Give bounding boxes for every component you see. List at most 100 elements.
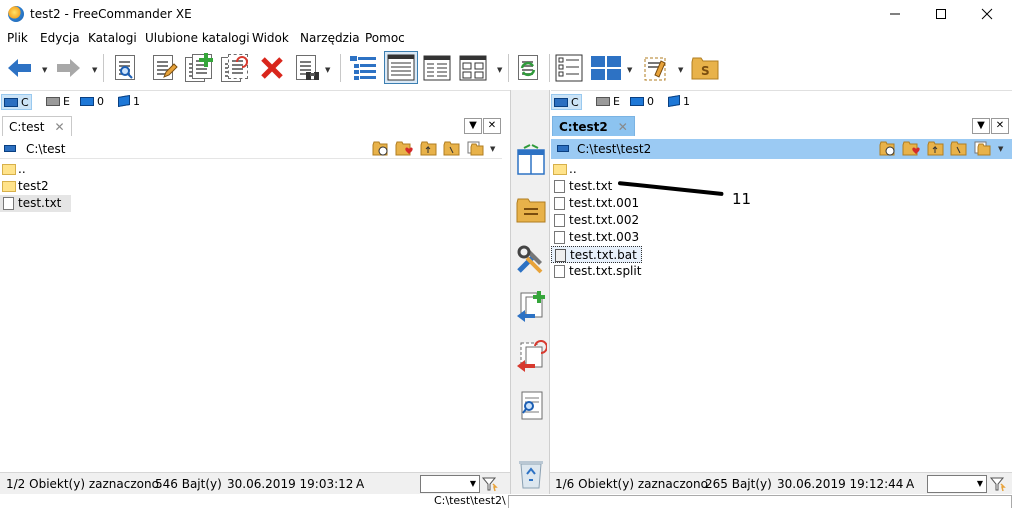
file-name: test.txt.003 bbox=[569, 230, 640, 244]
menu-katalogi[interactable]: Katalogi bbox=[88, 31, 137, 45]
root-folder-button[interactable] bbox=[950, 141, 968, 156]
list-item[interactable]: test.txt bbox=[551, 178, 612, 195]
history-button[interactable] bbox=[879, 141, 897, 156]
menu-pomoc[interactable]: Pomoc bbox=[365, 31, 405, 45]
right-file-list[interactable]: .. test.txt test.txt.001 test.txt.002 te… bbox=[551, 159, 1012, 472]
list-item[interactable]: test2 bbox=[0, 178, 49, 195]
layout-dropdown-icon[interactable]: ▼ bbox=[627, 66, 632, 74]
right-tab[interactable]: C:test2 ✕ bbox=[552, 116, 635, 136]
thumbnails-view-button[interactable] bbox=[458, 53, 488, 83]
left-drive-e[interactable]: E bbox=[44, 94, 72, 110]
left-file-list[interactable]: .. test2 test.txt bbox=[0, 159, 502, 472]
drive-label: E bbox=[613, 95, 620, 108]
left-tab-menu-button[interactable]: ▼ bbox=[464, 118, 482, 134]
right-drive-e[interactable]: E bbox=[594, 94, 622, 110]
copy-to-other-panel-button[interactable] bbox=[515, 290, 547, 322]
left-path[interactable]: C:\test bbox=[26, 142, 66, 156]
menu-ulubione-katalogi[interactable]: Ulubione katalogi bbox=[145, 31, 250, 45]
close-icon bbox=[981, 8, 993, 20]
list-item[interactable]: test.txt bbox=[0, 195, 72, 212]
settings-dropdown-icon[interactable]: ▼ bbox=[678, 66, 683, 74]
list-item[interactable]: test.txt.003 bbox=[551, 229, 639, 246]
list-item[interactable]: .. bbox=[0, 161, 26, 178]
view-dropdown-icon[interactable]: ▼ bbox=[497, 66, 502, 74]
move-to-other-panel-button[interactable] bbox=[515, 340, 548, 372]
network-drive-icon bbox=[668, 94, 680, 108]
left-tab[interactable]: C:test ✕ bbox=[2, 116, 72, 136]
forward-button[interactable] bbox=[54, 53, 84, 83]
list-item[interactable]: .. bbox=[551, 161, 577, 178]
path-dropdown-icon[interactable]: ▼ bbox=[490, 145, 495, 153]
list-item[interactable]: test.txt.bat bbox=[551, 246, 642, 263]
right-status-date: 30.06.2019 19:12:44 bbox=[777, 477, 904, 491]
copy-button[interactable] bbox=[183, 53, 213, 83]
list-item[interactable]: test.txt.002 bbox=[551, 212, 639, 229]
filter-icon[interactable] bbox=[990, 476, 1006, 492]
details-view-button[interactable] bbox=[384, 51, 418, 84]
right-path[interactable]: C:\test\test2 bbox=[577, 142, 651, 156]
recycle-bin-button[interactable] bbox=[515, 458, 547, 490]
checklist-button[interactable] bbox=[554, 53, 584, 83]
tab-close-icon[interactable]: ✕ bbox=[54, 120, 64, 134]
path-dropdown-icon[interactable]: ▼ bbox=[998, 145, 1003, 153]
properties-button[interactable] bbox=[293, 53, 323, 83]
folder-list-button[interactable] bbox=[466, 141, 484, 156]
parent-folder-button[interactable] bbox=[927, 141, 945, 156]
minimize-button[interactable] bbox=[872, 0, 918, 28]
right-drive-1[interactable]: 1 bbox=[666, 94, 692, 110]
left-drive-1[interactable]: 1 bbox=[116, 94, 142, 110]
checklist-icon bbox=[555, 54, 583, 82]
back-dropdown-icon[interactable]: ▼ bbox=[42, 66, 47, 74]
file-icon bbox=[554, 231, 565, 244]
tree-view-icon bbox=[350, 56, 376, 80]
root-folder-button[interactable] bbox=[443, 141, 461, 156]
back-button[interactable] bbox=[4, 53, 34, 83]
app-logo-icon[interactable] bbox=[8, 6, 24, 22]
tab-close-icon[interactable]: ✕ bbox=[618, 120, 628, 134]
sync-arrows-icon bbox=[520, 61, 536, 77]
tools-button[interactable] bbox=[515, 244, 547, 276]
sync-button[interactable] bbox=[513, 53, 543, 83]
drive-label: C bbox=[21, 96, 29, 109]
menu-widok[interactable]: Widok bbox=[252, 31, 289, 45]
drive-label: C bbox=[571, 96, 579, 109]
close-button[interactable] bbox=[964, 0, 1010, 28]
tree-view-button[interactable] bbox=[348, 53, 378, 83]
right-tab-menu-button[interactable]: ▼ bbox=[972, 118, 990, 134]
filter-icon[interactable] bbox=[482, 476, 498, 492]
quick-view-button[interactable] bbox=[515, 390, 547, 422]
menu-edycja[interactable]: Edycja bbox=[40, 31, 80, 45]
right-drive-c[interactable]: C bbox=[551, 94, 582, 110]
right-drive-0[interactable]: 0 bbox=[628, 94, 656, 110]
right-filter-combo[interactable] bbox=[927, 475, 987, 493]
delete-button[interactable] bbox=[257, 53, 287, 83]
folder-list-button[interactable] bbox=[973, 141, 991, 156]
forward-dropdown-icon[interactable]: ▼ bbox=[92, 66, 97, 74]
view-file-button[interactable] bbox=[110, 53, 140, 83]
settings-button[interactable] bbox=[641, 53, 671, 83]
layout-button[interactable] bbox=[590, 53, 622, 83]
move-button[interactable] bbox=[219, 53, 249, 83]
favorites-button[interactable] bbox=[902, 141, 924, 156]
menu-plik[interactable]: Plik bbox=[7, 31, 28, 45]
right-panel-close-button[interactable]: ✕ bbox=[991, 118, 1009, 134]
folder-panel-button[interactable] bbox=[515, 194, 547, 226]
list-item[interactable]: test.txt.001 bbox=[551, 195, 639, 212]
menu-narzedzia[interactable]: Narzędzia bbox=[300, 31, 360, 45]
favorites-button[interactable] bbox=[395, 141, 417, 156]
window-title: test2 - FreeCommander XE bbox=[30, 7, 192, 21]
parent-folder-button[interactable] bbox=[420, 141, 438, 156]
left-drive-0[interactable]: 0 bbox=[78, 94, 106, 110]
size-button[interactable]: S bbox=[690, 53, 720, 83]
list-item[interactable]: test.txt.split bbox=[551, 263, 641, 280]
command-line-input[interactable] bbox=[508, 495, 1012, 508]
history-button[interactable] bbox=[372, 141, 390, 156]
edit-file-button[interactable] bbox=[148, 53, 178, 83]
swap-panels-button[interactable] bbox=[515, 144, 547, 176]
left-panel-close-button[interactable]: ✕ bbox=[483, 118, 501, 134]
left-drive-c[interactable]: C bbox=[1, 94, 32, 110]
properties-dropdown-icon[interactable]: ▼ bbox=[325, 66, 330, 74]
maximize-button[interactable] bbox=[918, 0, 964, 28]
left-filter-combo[interactable] bbox=[420, 475, 480, 493]
list-view-button[interactable] bbox=[422, 53, 452, 83]
